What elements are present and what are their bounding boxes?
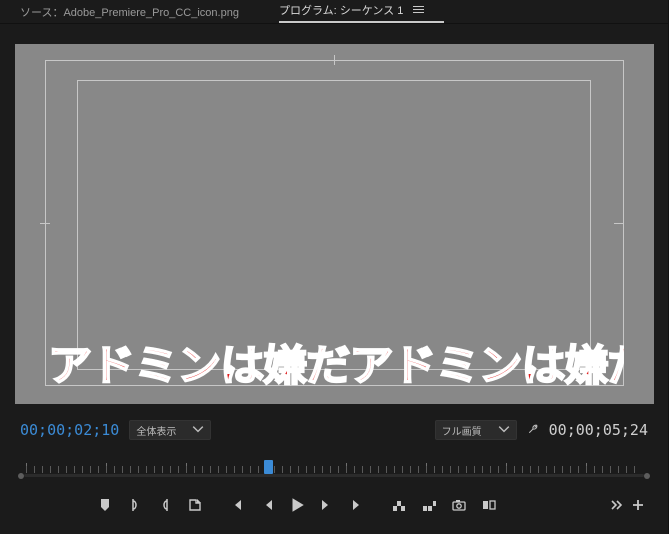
action-safe-frame	[77, 80, 591, 370]
add-marker-button[interactable]	[90, 493, 120, 517]
program-tab-label: プログラム: シーケンス 1	[279, 2, 403, 18]
extract-button[interactable]	[414, 493, 444, 517]
playback-quality-label: フル画質	[442, 423, 482, 438]
ruler-stop-right	[644, 473, 650, 479]
camera-export-button[interactable]	[444, 493, 474, 517]
crawl-title-layer[interactable]: アドミンは嫌だアドミンは嫌だ	[48, 338, 624, 386]
playhead[interactable]	[264, 460, 273, 474]
program-monitor[interactable]: アドミンは嫌だアドミンは嫌だ	[15, 44, 654, 404]
go-to-out-button[interactable]	[342, 493, 372, 517]
button-editor-add-icon[interactable]	[628, 493, 648, 517]
go-to-in-button[interactable]	[222, 493, 252, 517]
program-tab[interactable]: プログラム: シーケンス 1	[279, 2, 424, 22]
step-back-button[interactable]	[252, 493, 282, 517]
status-row: 00;00;02;10 全体表示 フル画質 00;00;05;24	[0, 414, 668, 446]
mark-in-button[interactable]	[120, 493, 150, 517]
settings-wrench-icon[interactable]	[527, 422, 539, 438]
time-ruler[interactable]	[18, 460, 650, 484]
panel-tabs: ソース：Adobe_Premiere_Pro_CC_icon.png プログラム…	[0, 0, 668, 24]
transport-controls	[0, 488, 668, 522]
export-frame-button[interactable]	[180, 493, 210, 517]
ruler-minor-ticks	[26, 466, 642, 473]
chevron-down-icon	[192, 423, 204, 438]
button-editor-more-icon[interactable]	[606, 493, 626, 517]
play-button[interactable]	[282, 493, 312, 517]
step-forward-button[interactable]	[312, 493, 342, 517]
safe-tick-top	[334, 55, 335, 65]
zoom-fit-label: 全体表示	[136, 423, 176, 438]
time-ruler-row	[0, 446, 668, 488]
source-tab[interactable]: ソース：Adobe_Premiere_Pro_CC_icon.png	[20, 4, 239, 20]
panel-menu-icon[interactable]	[413, 4, 424, 15]
zoom-fit-dropdown[interactable]: 全体表示	[129, 420, 211, 440]
safe-tick-right	[614, 223, 624, 224]
comparison-view-button[interactable]	[474, 493, 504, 517]
ruler-stop-left	[18, 473, 24, 479]
program-monitor-area: アドミンは嫌だアドミンは嫌だ	[0, 24, 668, 414]
safe-tick-left	[40, 223, 50, 224]
timecode-duration[interactable]: 00;00;05;24	[549, 421, 648, 439]
lift-button[interactable]	[384, 493, 414, 517]
chevron-down-icon	[498, 423, 510, 438]
playback-quality-dropdown[interactable]: フル画質	[435, 420, 517, 440]
crawl-title-text: アドミンは嫌だアドミンは嫌だ	[48, 338, 624, 386]
ruler-track	[24, 474, 644, 477]
timecode-current[interactable]: 00;00;02;10	[20, 421, 119, 439]
mark-out-button[interactable]	[150, 493, 180, 517]
